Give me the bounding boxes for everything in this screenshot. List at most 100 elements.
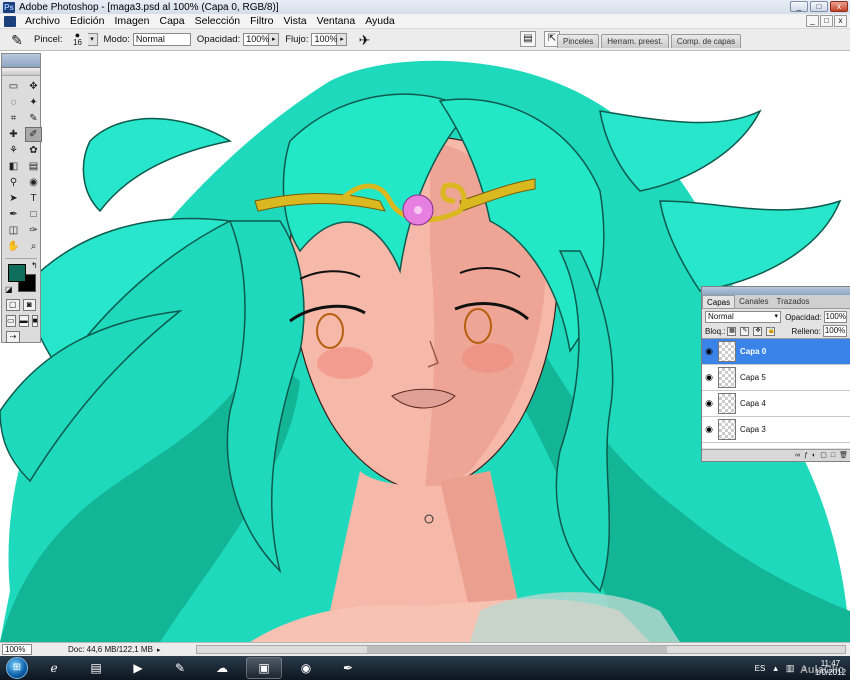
swap-colors-icon[interactable]: ↰: [31, 261, 38, 270]
brush-dropdown[interactable]: ▾: [87, 33, 98, 46]
menu-ayuda[interactable]: Ayuda: [360, 15, 400, 27]
new-group-icon[interactable]: ▢: [820, 450, 827, 461]
photoshop-task-icon[interactable]: ▣: [246, 657, 282, 679]
menu-seleccion[interactable]: Selección: [190, 15, 246, 27]
network-icon[interactable]: ▥: [786, 663, 795, 674]
lock-pixels-icon[interactable]: ✎: [740, 326, 750, 336]
media-player-icon[interactable]: ▶: [120, 657, 156, 679]
zoom-tool-icon[interactable]: ⌕: [25, 239, 42, 254]
magic-wand-tool-icon[interactable]: ✦: [25, 95, 42, 110]
flow-slider-button[interactable]: ▸: [337, 33, 348, 46]
doc-close-button[interactable]: x: [834, 15, 847, 27]
trash-icon[interactable]: 🗑: [839, 450, 848, 461]
app-icon-5[interactable]: ☁: [204, 657, 240, 679]
lock-position-icon[interactable]: ✥: [753, 326, 763, 336]
screen-mode-full-icon[interactable]: ■: [31, 315, 39, 327]
tab-canales[interactable]: Canales: [735, 295, 772, 308]
shape-tool-icon[interactable]: □: [25, 207, 42, 222]
gradient-tool-icon[interactable]: ▤: [25, 159, 42, 174]
visibility-eye-icon[interactable]: ◉: [702, 346, 716, 357]
doc-minimize-button[interactable]: _: [806, 15, 819, 27]
layers-panel-header[interactable]: [702, 287, 850, 295]
quick-mask-mode-icon[interactable]: ◙: [22, 299, 36, 311]
adobe-feather-icon[interactable]: [2, 68, 40, 76]
adjustment-layer-icon[interactable]: ◐: [812, 450, 816, 461]
brush-tool-preset-icon[interactable]: ✎: [6, 31, 28, 49]
fill-input[interactable]: 100%: [822, 325, 847, 337]
menu-filtro[interactable]: Filtro: [245, 15, 278, 27]
scrollbar-thumb[interactable]: [367, 646, 667, 653]
blend-mode-select[interactable]: Normal: [705, 311, 782, 323]
layer-opacity-input[interactable]: 100%: [823, 311, 847, 323]
menu-edicion[interactable]: Edición: [65, 15, 109, 27]
chrome-icon[interactable]: ◉: [288, 657, 324, 679]
layer-capa-4[interactable]: ◉ Capa 4: [702, 391, 850, 417]
app-icon-8[interactable]: ✒: [330, 657, 366, 679]
layer-style-icon[interactable]: ƒ: [804, 450, 808, 461]
tray-arrow-icon[interactable]: ▴: [773, 663, 778, 674]
flow-input[interactable]: 100%: [311, 33, 338, 46]
brush-picker[interactable]: ● 16: [68, 30, 88, 49]
doc-restore-button[interactable]: □: [820, 15, 833, 27]
internet-explorer-icon[interactable]: ℯ: [36, 657, 72, 679]
layer-capa-5[interactable]: ◉ Capa 5: [702, 365, 850, 391]
menu-capa[interactable]: Capa: [155, 15, 190, 27]
app-icon-4[interactable]: ✎: [162, 657, 198, 679]
tab-herramientas-preestablecidas[interactable]: Herram. preest.: [601, 34, 669, 48]
link-layers-icon[interactable]: ∞: [795, 450, 800, 461]
tab-capas[interactable]: Capas: [702, 295, 736, 308]
slice-tool-icon[interactable]: ✎: [25, 111, 42, 126]
dodge-tool-icon[interactable]: ◉: [25, 175, 42, 190]
new-layer-icon[interactable]: □: [831, 450, 835, 461]
visibility-eye-icon[interactable]: ◉: [702, 372, 716, 383]
notes-tool-icon[interactable]: ◫: [5, 223, 22, 238]
hand-tool-icon[interactable]: ✋: [5, 239, 22, 254]
screen-mode-standard-icon[interactable]: ▭: [6, 315, 16, 327]
menu-archivo[interactable]: Archivo: [20, 15, 65, 27]
layer-capa-0[interactable]: ◉ Capa 0: [702, 339, 850, 365]
screen-mode-full-menu-icon[interactable]: ▬: [18, 315, 29, 327]
path-selection-tool-icon[interactable]: ➤: [5, 191, 22, 206]
horizontal-scrollbar[interactable]: [196, 645, 846, 654]
lock-all-icon[interactable]: 🔒: [766, 326, 776, 336]
file-explorer-icon[interactable]: ▤: [78, 657, 114, 679]
mode-select[interactable]: Normal: [132, 33, 191, 46]
healing-brush-tool-icon[interactable]: ✚: [5, 127, 22, 142]
type-tool-icon[interactable]: T: [25, 191, 42, 206]
jump-to-imageready-icon[interactable]: ⇢: [6, 331, 20, 343]
layer-capa-3[interactable]: ◉ Capa 3: [702, 417, 850, 443]
tab-pinceles[interactable]: Pinceles: [557, 34, 600, 48]
airbrush-icon[interactable]: ✈: [353, 31, 375, 49]
brush-tool-icon[interactable]: ✐: [25, 127, 42, 142]
palette-options-icon[interactable]: ▤: [520, 31, 536, 47]
document-icon[interactable]: [4, 15, 16, 27]
tab-trazados[interactable]: Trazados: [772, 295, 813, 308]
language-indicator[interactable]: ES: [755, 664, 766, 673]
menu-ventana[interactable]: Ventana: [312, 15, 361, 27]
crop-tool-icon[interactable]: ⌗: [5, 111, 22, 126]
close-button[interactable]: x: [830, 1, 848, 12]
menu-vista[interactable]: Vista: [278, 15, 311, 27]
menu-imagen[interactable]: Imagen: [109, 15, 154, 27]
eraser-tool-icon[interactable]: ◧: [5, 159, 22, 174]
maximize-button[interactable]: □: [810, 1, 828, 12]
tools-panel-header[interactable]: [2, 54, 40, 68]
visibility-eye-icon[interactable]: ◉: [702, 398, 716, 409]
default-colors-icon[interactable]: ◪: [5, 285, 13, 294]
marquee-tool-icon[interactable]: ▭: [5, 79, 22, 94]
move-tool-icon[interactable]: ✥: [25, 79, 42, 94]
standard-mode-icon[interactable]: ▢: [6, 299, 20, 311]
opacity-slider-button[interactable]: ▸: [269, 33, 280, 46]
history-brush-tool-icon[interactable]: ✿: [25, 143, 42, 158]
visibility-eye-icon[interactable]: ◉: [702, 424, 716, 435]
opacity-input[interactable]: 100%: [243, 33, 269, 46]
zoom-input[interactable]: 100%: [2, 644, 32, 655]
blur-tool-icon[interactable]: ⚲: [5, 175, 22, 190]
clone-stamp-tool-icon[interactable]: ⚘: [5, 143, 22, 158]
start-button[interactable]: ⊞: [6, 657, 28, 679]
tab-composiciones-de-capas[interactable]: Comp. de capas: [670, 34, 742, 48]
status-menu-arrow-icon[interactable]: ▸: [157, 646, 161, 654]
lasso-tool-icon[interactable]: ◌: [5, 95, 22, 110]
lock-transparency-icon[interactable]: ▦: [727, 326, 737, 336]
pen-tool-icon[interactable]: ✒: [5, 207, 22, 222]
